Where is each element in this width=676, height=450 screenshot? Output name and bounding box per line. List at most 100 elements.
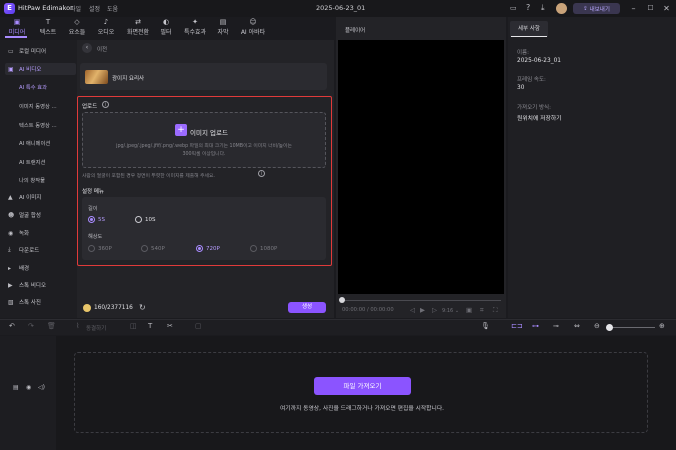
magnet-icon[interactable]: ⊏⊐: [511, 322, 523, 330]
res-540p-label: 540P: [151, 246, 165, 252]
help-icon[interactable]: ?: [526, 3, 530, 12]
play-icon[interactable]: ▶: [420, 306, 425, 314]
menu-help[interactable]: 도움: [107, 4, 118, 13]
active-tab-underline: [5, 36, 27, 38]
tab-elements[interactable]: ◇ 요소들: [64, 17, 90, 38]
length-5s-radio[interactable]: [88, 216, 95, 223]
download-icon: ⤓: [8, 246, 11, 253]
length-10s-radio[interactable]: [135, 216, 142, 223]
sidebar-item-download[interactable]: ⤓ 다운로드: [5, 244, 76, 256]
sidebar-sub-text-video[interactable]: 텍스트 동영상 ...: [19, 121, 57, 129]
tab-audio[interactable]: ♪ 오디오: [93, 17, 119, 38]
split-icon[interactable]: ⌇: [76, 322, 79, 330]
res-360p-radio[interactable]: [88, 245, 95, 252]
template-name: 광이지 요리사: [112, 76, 145, 82]
upload-image-button[interactable]: 이미지 업로드: [190, 127, 228, 137]
crop-icon[interactable]: ⌗: [480, 306, 484, 315]
sidebar-sub-ai-transition[interactable]: AI 트랜지션: [19, 158, 45, 166]
prev-frame-icon[interactable]: ◁: [410, 306, 415, 314]
minimize-icon[interactable]: –: [628, 3, 639, 14]
zoom-slider[interactable]: [612, 327, 655, 328]
sidebar-sub-my-creations[interactable]: 나의 창작물: [19, 176, 45, 184]
trim-icon[interactable]: ✂: [167, 322, 173, 330]
menu-settings[interactable]: 설정: [89, 4, 100, 13]
sidebar-item-stock-photo[interactable]: ▧ 스톡 사진: [5, 296, 76, 308]
mask-icon[interactable]: ◫: [130, 322, 137, 330]
res-540p-radio[interactable]: [141, 245, 148, 252]
sidebar-sub-image-video[interactable]: 이미지 동영상 ...: [19, 102, 57, 110]
snapshot-icon[interactable]: ▣: [466, 306, 472, 314]
tab-filters[interactable]: ◐ 필터: [157, 17, 175, 38]
info-icon[interactable]: i: [258, 170, 265, 177]
chain-icon[interactable]: ⊸: [553, 322, 559, 330]
fps-value: 30: [517, 85, 525, 91]
res-1080p-label: 1080P: [260, 246, 278, 252]
chevron-left-icon: ‹: [85, 44, 89, 51]
refresh-icon[interactable]: ↻: [139, 303, 146, 312]
project-name: 2025-06-23_01: [316, 4, 366, 12]
link-icon[interactable]: ⊶: [532, 322, 539, 330]
res-1080p-radio[interactable]: [250, 245, 257, 252]
export-button[interactable]: ⇪ 내보내기: [573, 3, 620, 14]
sidebar-sub-ai-effects[interactable]: AI 특수 효과: [19, 83, 47, 91]
redo-icon[interactable]: ↷: [28, 322, 34, 330]
sidebar-sub-ai-animation[interactable]: AI 애니메이션: [19, 139, 50, 147]
microphone-icon[interactable]: 🎙: [481, 322, 490, 330]
tab-ai-avatar[interactable]: ☺ AI 아바타: [236, 17, 270, 38]
menu-file[interactable]: 파일: [70, 4, 81, 13]
download-icon[interactable]: ⤓: [541, 3, 545, 13]
sidebar-item-ai-image[interactable]: ▲ AI 이미지: [5, 191, 76, 203]
maximize-icon[interactable]: ☐: [645, 3, 656, 14]
sidebar-item-face-swap[interactable]: ☻ 얼굴 합성: [5, 209, 76, 221]
generate-button[interactable]: 생성: [288, 302, 326, 313]
tab-effects[interactable]: ✦ 특수효과: [178, 17, 212, 38]
sidebar-item-stock-video[interactable]: ▶ 스톡 비디오: [5, 279, 76, 291]
info-icon[interactable]: i: [102, 101, 109, 108]
layout-icon[interactable]: ▭: [510, 4, 517, 12]
res-720p-radio[interactable]: [196, 245, 203, 252]
track-video-icon[interactable]: ▤: [13, 384, 19, 391]
next-frame-icon[interactable]: ▷: [432, 306, 437, 314]
sidebar-item-ai-video[interactable]: ▣ AI 비디오: [5, 63, 76, 75]
zoom-slider-handle[interactable]: [606, 324, 613, 331]
ai-avatar-icon: ☺: [249, 18, 257, 26]
elements-icon: ◇: [74, 18, 80, 26]
fullscreen-icon[interactable]: ⛶: [493, 306, 498, 315]
fit-icon[interactable]: ⇔: [574, 322, 580, 330]
undo-icon[interactable]: ↶: [9, 322, 15, 330]
save-mode-value: 원위치에 저장하기: [517, 116, 562, 122]
export-label: 내보내기: [589, 6, 610, 13]
upload-dropzone[interactable]: [82, 112, 326, 168]
tab-media[interactable]: ▣ 미디어: [4, 17, 30, 38]
crop-tool-icon[interactable]: ▢: [195, 322, 202, 330]
save-mode-label: 가져오기 방식:: [517, 105, 551, 111]
avatar[interactable]: [556, 3, 567, 14]
track-audio-icon[interactable]: ◁): [38, 384, 45, 391]
tab-subtitles[interactable]: ▤ 자막: [215, 17, 231, 38]
folder-icon: ▭: [8, 47, 14, 55]
player-progress-bar[interactable]: [341, 300, 501, 301]
text-icon: T: [45, 18, 51, 26]
close-icon[interactable]: ✕: [661, 3, 672, 14]
sidebar-item-local-media[interactable]: ▭ 로컬 미디어: [5, 45, 76, 57]
name-label: 이름:: [517, 50, 529, 56]
import-hint: 여기까지 동영상, 사진을 드래그하거나 가져오면 편집을 시작합니다.: [279, 406, 445, 412]
track-visibility-icon[interactable]: ◉: [26, 384, 31, 391]
delete-icon[interactable]: 🗑: [47, 322, 56, 330]
back-button[interactable]: ‹: [82, 43, 92, 53]
fps-label: 프레임 속도:: [517, 77, 546, 83]
zoom-out-icon[interactable]: ⊖: [594, 322, 600, 330]
zoom-in-icon[interactable]: ⊕: [659, 322, 665, 330]
tab-text[interactable]: T 텍스트: [34, 17, 62, 38]
sidebar-item-background[interactable]: ▸ 배경: [5, 262, 76, 274]
import-file-button[interactable]: 파일 가져오기: [314, 377, 411, 395]
text-tool-icon[interactable]: T: [148, 322, 152, 330]
player-scrubber[interactable]: [339, 297, 345, 303]
plus-icon[interactable]: +: [175, 124, 187, 136]
record-icon: ◉: [8, 229, 14, 237]
tab-transitions[interactable]: ⇄ 화면전환: [121, 17, 155, 38]
tab-details[interactable]: 세부 사항: [510, 21, 548, 37]
freeze-label[interactable]: 동결하기: [86, 324, 106, 332]
aspect-ratio[interactable]: 9:16 ⌄: [442, 308, 459, 314]
sidebar-item-record[interactable]: ◉ 녹화: [5, 227, 76, 239]
